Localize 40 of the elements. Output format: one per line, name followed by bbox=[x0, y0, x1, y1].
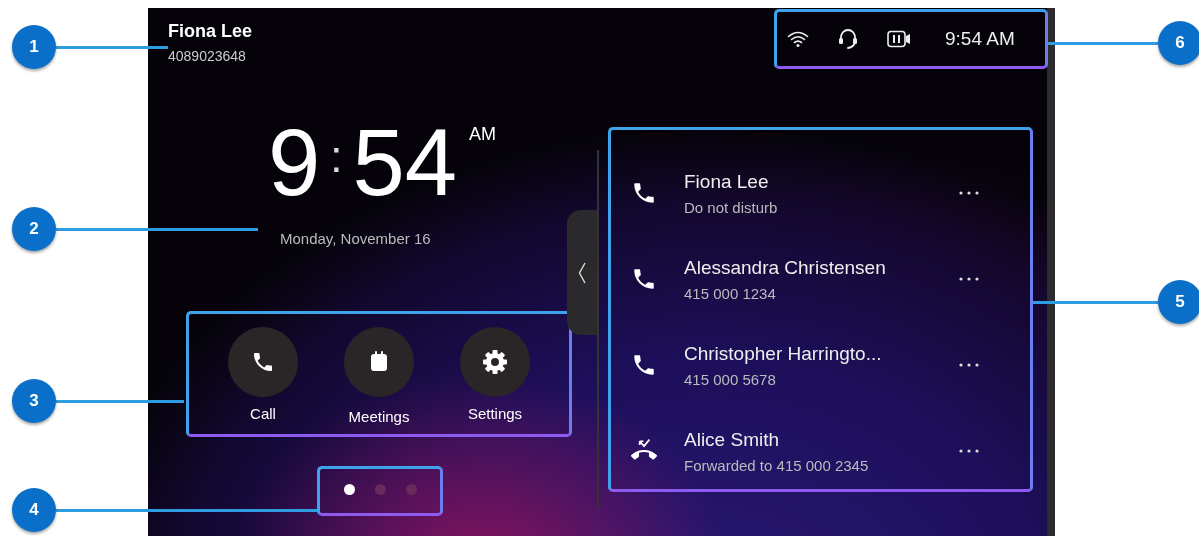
clock-minute: 54 bbox=[352, 122, 458, 204]
wifi-icon bbox=[787, 30, 809, 48]
video-device-icon bbox=[887, 30, 911, 48]
headset-icon bbox=[837, 27, 859, 51]
callout-number: 4 bbox=[12, 488, 56, 532]
more-options-icon[interactable] bbox=[959, 191, 979, 195]
phone-icon bbox=[631, 180, 657, 206]
contact-name[interactable]: Christopher Harringto... bbox=[684, 342, 944, 365]
chevron-left-icon bbox=[578, 261, 586, 284]
contact-detail: Do not disturb bbox=[684, 198, 779, 216]
user-name: Fiona Lee bbox=[168, 21, 253, 42]
page-dot[interactable] bbox=[374, 483, 386, 495]
contact-name[interactable]: Fiona Lee bbox=[684, 170, 944, 193]
more-options-icon[interactable] bbox=[959, 449, 979, 453]
phone-number: 4089023648 bbox=[168, 48, 247, 64]
phone-icon bbox=[631, 266, 657, 292]
clock-period: AM bbox=[469, 124, 497, 145]
phone-icon bbox=[631, 352, 657, 378]
callout-number: 6 bbox=[1158, 21, 1199, 65]
clock-hour: 9 bbox=[268, 122, 321, 204]
callout-number: 5 bbox=[1158, 280, 1199, 324]
clock-separator: : bbox=[330, 131, 343, 183]
callout-number: 1 bbox=[12, 25, 56, 69]
contact-name[interactable]: Alice Smith bbox=[684, 428, 944, 451]
more-options-icon[interactable] bbox=[959, 277, 979, 281]
calendar-icon bbox=[369, 351, 389, 373]
page-dot[interactable] bbox=[343, 483, 355, 495]
collapse-handle[interactable] bbox=[567, 210, 597, 335]
contact-detail: 415 000 5678 bbox=[684, 370, 777, 388]
contact-detail: 415 000 1234 bbox=[684, 284, 777, 302]
settings-icon bbox=[482, 349, 508, 375]
page-dot[interactable] bbox=[405, 483, 417, 495]
more-options-icon[interactable] bbox=[959, 363, 979, 367]
callout-number: 2 bbox=[12, 207, 56, 251]
contact-detail: Forwarded to 415 000 2345 bbox=[684, 456, 870, 474]
contact-name[interactable]: Alessandra Christensen bbox=[684, 256, 944, 279]
date-text: Monday, November 16 bbox=[280, 230, 432, 247]
phone-icon bbox=[251, 350, 275, 374]
status-time: 9:54 AM bbox=[945, 28, 1015, 50]
callout-number: 3 bbox=[12, 379, 56, 423]
